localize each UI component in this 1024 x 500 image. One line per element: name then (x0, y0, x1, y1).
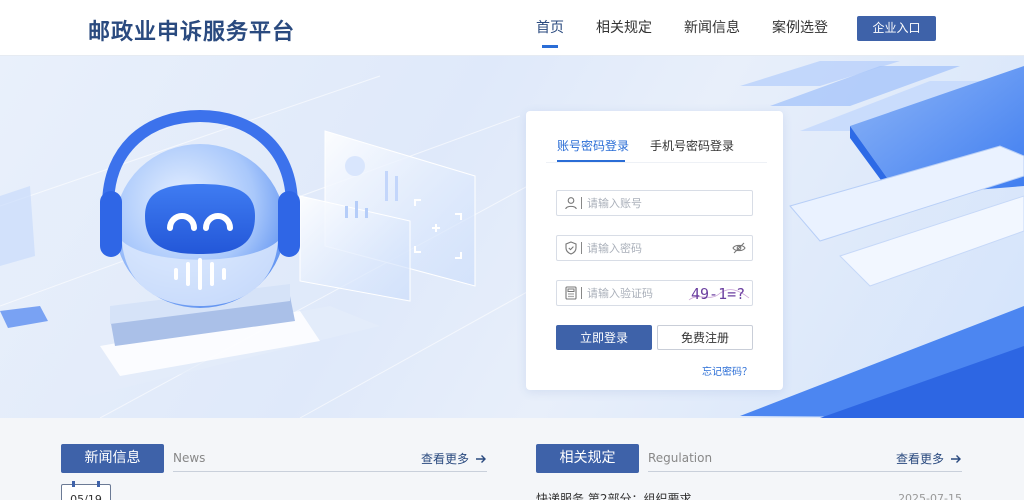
regulation-more-link[interactable]: 查看更多 (896, 450, 962, 467)
nav-cases[interactable]: 案例选登 (756, 0, 844, 56)
regulation-more-label: 查看更多 (895, 452, 944, 466)
login-card: 账号密码登录 手机号密码登录 请输入账号 请输入验证码 49-1=? 立即登录 … (526, 111, 783, 390)
password-input[interactable] (587, 239, 717, 257)
news-more-label: 查看更多 (420, 452, 469, 466)
enterprise-entry-button[interactable]: 企业入口 (857, 16, 936, 41)
hero-banner (0, 56, 1024, 418)
regulation-divider (648, 471, 962, 472)
news-section: 新闻信息 News 查看更多 05/19 (61, 444, 487, 500)
login-button[interactable]: 立即登录 (556, 325, 652, 350)
arrow-right-icon (476, 454, 486, 463)
input-separator (581, 287, 582, 299)
hide-password-icon[interactable] (732, 241, 746, 255)
nav-news[interactable]: 新闻信息 (668, 0, 756, 56)
input-separator (581, 242, 582, 254)
news-more-link[interactable]: 查看更多 (421, 450, 487, 467)
login-tabs: 账号密码登录 手机号密码登录 (526, 111, 783, 163)
news-date-badge: 05/19 (61, 481, 111, 500)
account-input[interactable] (587, 194, 717, 212)
news-section-subtitle: News (173, 451, 206, 465)
regulation-section-subtitle: Regulation (648, 451, 713, 465)
input-separator (581, 197, 582, 209)
news-section-title: 新闻信息 (61, 444, 164, 473)
regulation-item-title[interactable]: 快递服务 第2部分：组织要求 (536, 490, 691, 500)
nav-regulations[interactable]: 相关规定 (580, 0, 668, 56)
site-logo[interactable]: 邮政业申诉服务平台 (88, 14, 295, 46)
main-nav: 首页 相关规定 新闻信息 案例选登 (520, 0, 844, 56)
calculator-icon (565, 286, 577, 300)
hero-illustration (0, 61, 1024, 418)
top-header: 邮政业申诉服务平台 首页 相关规定 新闻信息 案例选登 企业入口 (0, 0, 1024, 56)
tab-phone-login[interactable]: 手机号密码登录 (650, 137, 734, 154)
captcha-text: 49-1=? (691, 285, 745, 303)
arrow-right-icon (951, 454, 961, 463)
password-field (556, 235, 753, 261)
account-field (556, 190, 753, 216)
shield-icon (565, 241, 577, 255)
news-divider (173, 471, 487, 472)
tabs-divider (546, 162, 767, 163)
tab-account-login[interactable]: 账号密码登录 (557, 137, 629, 154)
register-button[interactable]: 免费注册 (657, 325, 753, 350)
captcha-image[interactable]: 49-1=? (687, 282, 751, 304)
forgot-password-link[interactable]: 忘记密码？ (702, 363, 752, 378)
nav-home[interactable]: 首页 (520, 0, 580, 56)
regulation-section: 相关规定 Regulation 查看更多 快递服务 第2部分：组织要求 2025… (536, 444, 962, 500)
captcha-field: 49-1=? (556, 280, 753, 306)
regulation-item-date: 2025-07-15 (898, 492, 962, 500)
regulation-section-title: 相关规定 (536, 444, 639, 473)
user-icon (565, 197, 577, 210)
